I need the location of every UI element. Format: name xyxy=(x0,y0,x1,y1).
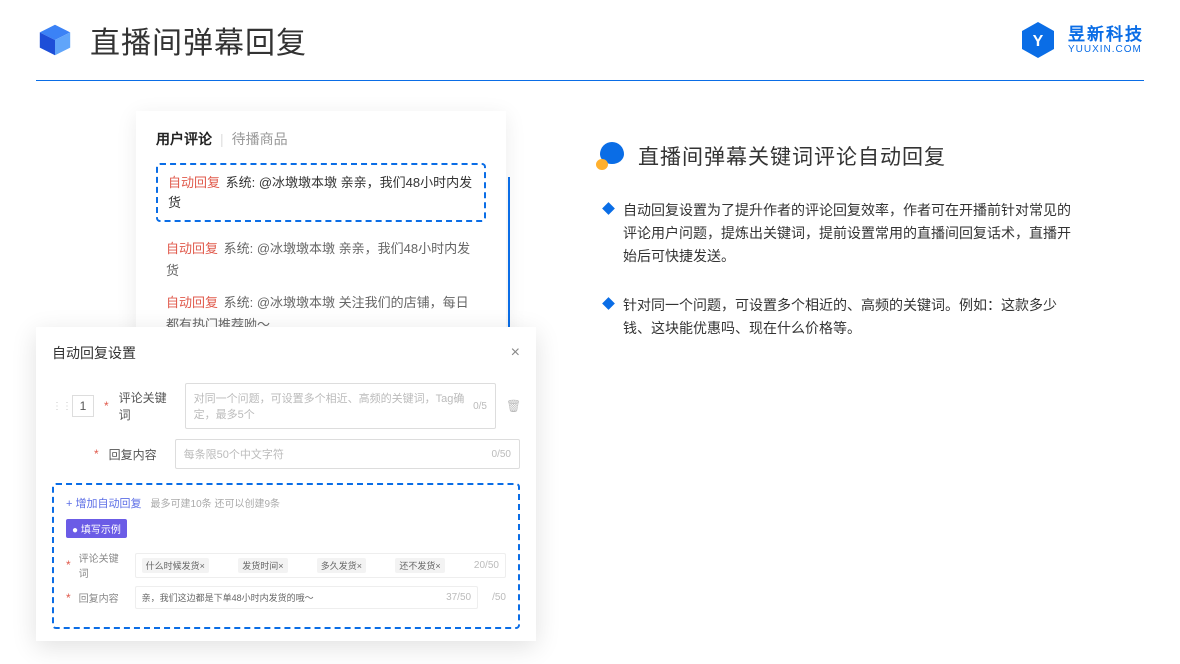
ex-keyword-counter: 20/50 xyxy=(474,560,499,571)
feature-title: 直播间弹幕关键词评论自动回复 xyxy=(638,141,946,171)
brand-logo: Y 昱新科技 YUUXIN.COM xyxy=(1018,20,1144,60)
reply-counter: 0/50 xyxy=(492,449,511,460)
logo-hex-icon: Y xyxy=(1018,20,1058,60)
ex-reply-counter: 37/50 xyxy=(446,592,471,603)
example-keyword-row: * 评论关键词 什么时候发货× 发货时间× 多久发货× 还不发货× 20/50 xyxy=(66,550,506,580)
add-auto-reply-button[interactable]: + 增加自动回复 xyxy=(66,498,141,510)
reply-label: 回复内容 xyxy=(109,446,165,463)
reply-input-row: * 回复内容 每条限50个中文字符 0/50 xyxy=(52,439,520,469)
chat-bubble-icon xyxy=(596,142,626,170)
auto-reply-tag: 自动回复 xyxy=(166,241,218,256)
bullet-2-text: 针对同一个问题，可设置多个相近的、高频的关键词。例如：这款多少钱、这块能优惠吗、… xyxy=(623,294,1084,340)
order-number: 1 xyxy=(72,395,94,417)
logo-cn-text: 昱新科技 xyxy=(1068,26,1144,43)
reply-input[interactable]: 每条限50个中文字符 0/50 xyxy=(175,439,520,469)
bullet-1-text: 自动回复设置为了提升作者的评论回复效率，作者可在开播前针对常见的评论用户问题，提… xyxy=(623,199,1084,268)
ex-reply-label: 回复内容 xyxy=(79,590,127,605)
reply-placeholder: 每条限50个中文字符 xyxy=(184,446,284,462)
auto-reply-settings-modal: 自动回复设置 × ⋮⋮ 1 * 评论关键词 对同一个问题，可设置多个相近、高频的… xyxy=(36,327,536,641)
close-icon[interactable]: × xyxy=(511,344,520,362)
highlighted-auto-reply: 自动回复 系统: @冰墩墩本墩 亲亲，我们48小时内发货 xyxy=(156,163,486,222)
tab-pending-products[interactable]: 待播商品 xyxy=(232,129,288,149)
diamond-bullet-icon xyxy=(602,202,615,215)
outer-reply-counter: /50 xyxy=(492,592,506,603)
description-column: 直播间弹幕关键词评论自动回复 自动回复设置为了提升作者的评论回复效率，作者可在开… xyxy=(596,111,1144,366)
tag-item[interactable]: 什么时候发货× xyxy=(142,558,209,573)
tab-separator: | xyxy=(220,131,224,147)
comment-panel: 用户评论 | 待播商品 自动回复 系统: @冰墩墩本墩 亲亲，我们48小时内发货… xyxy=(136,111,506,362)
example-box: + 增加自动回复 最多可建10条 还可以创建9条 ● 填写示例 * 评论关键词 … xyxy=(52,483,520,629)
example-reply-row: * 回复内容 亲，我们这边都是下单48小时内发货的哦～ 37/50 /50 xyxy=(66,586,506,609)
comment-tabs: 用户评论 | 待播商品 xyxy=(156,129,486,149)
example-badge: ● 填写示例 xyxy=(66,519,127,538)
add-reply-row: + 增加自动回复 最多可建10条 还可以创建9条 xyxy=(66,495,506,511)
bullet-2: 针对同一个问题，可设置多个相近的、高频的关键词。例如：这款多少钱、这块能优惠吗、… xyxy=(604,294,1084,340)
ex-reply-value: 亲，我们这边都是下单48小时内发货的哦～ xyxy=(142,591,314,604)
keyword-placeholder: 对同一个问题，可设置多个相近、高频的关键词，Tag确定，最多5个 xyxy=(194,390,473,422)
auto-reply-tag: 自动回复 xyxy=(168,175,220,190)
keyword-counter: 0/5 xyxy=(473,401,487,412)
drag-handle-icon[interactable]: ⋮⋮ xyxy=(52,401,62,412)
header-left: 直播间弹幕回复 xyxy=(36,18,307,62)
keyword-input-row: ⋮⋮ 1 * 评论关键词 对同一个问题，可设置多个相近、高频的关键词，Tag确定… xyxy=(52,383,520,429)
keyword-label: 评论关键词 xyxy=(119,389,175,423)
tag-item[interactable]: 多久发货× xyxy=(317,558,366,573)
tab-user-comments[interactable]: 用户评论 xyxy=(156,129,212,149)
feature-heading: 直播间弹幕关键词评论自动回复 xyxy=(596,141,1144,171)
required-star-icon: * xyxy=(66,558,71,572)
ex-reply-input[interactable]: 亲，我们这边都是下单48小时内发货的哦～ 37/50 xyxy=(135,586,478,609)
cube-icon xyxy=(36,21,74,59)
keyword-input[interactable]: 对同一个问题，可设置多个相近、高频的关键词，Tag确定，最多5个 0/5 xyxy=(185,383,496,429)
tag-item[interactable]: 发货时间× xyxy=(238,558,287,573)
page-title: 直播间弹幕回复 xyxy=(90,18,307,62)
add-hint-text: 最多可建10条 还可以创建9条 xyxy=(151,499,280,510)
screenshot-column: 用户评论 | 待播商品 自动回复 系统: @冰墩墩本墩 亲亲，我们48小时内发货… xyxy=(36,111,556,366)
required-star-icon: * xyxy=(94,447,99,461)
delete-icon[interactable]: 🗑 xyxy=(506,399,520,413)
logo-en-text: YUUXIN.COM xyxy=(1068,45,1144,55)
svg-text:Y: Y xyxy=(1033,33,1044,50)
auto-reply-tag: 自动回复 xyxy=(166,295,218,310)
required-star-icon: * xyxy=(66,591,71,605)
comment-row-2: 自动回复 系统: @冰墩墩本墩 亲亲，我们48小时内发货 xyxy=(156,236,486,284)
diamond-bullet-icon xyxy=(602,297,615,310)
tag-item[interactable]: 还不发货× xyxy=(395,558,444,573)
ex-keyword-tags[interactable]: 什么时候发货× 发货时间× 多久发货× 还不发货× 20/50 xyxy=(135,553,506,578)
modal-title: 自动回复设置 xyxy=(52,343,136,363)
ex-keyword-label: 评论关键词 xyxy=(79,550,127,580)
slide-header: 直播间弹幕回复 Y 昱新科技 YUUXIN.COM xyxy=(0,0,1180,62)
required-star-icon: * xyxy=(104,399,109,413)
bullet-1: 自动回复设置为了提升作者的评论回复效率，作者可在开播前针对常见的评论用户问题，提… xyxy=(604,199,1084,268)
